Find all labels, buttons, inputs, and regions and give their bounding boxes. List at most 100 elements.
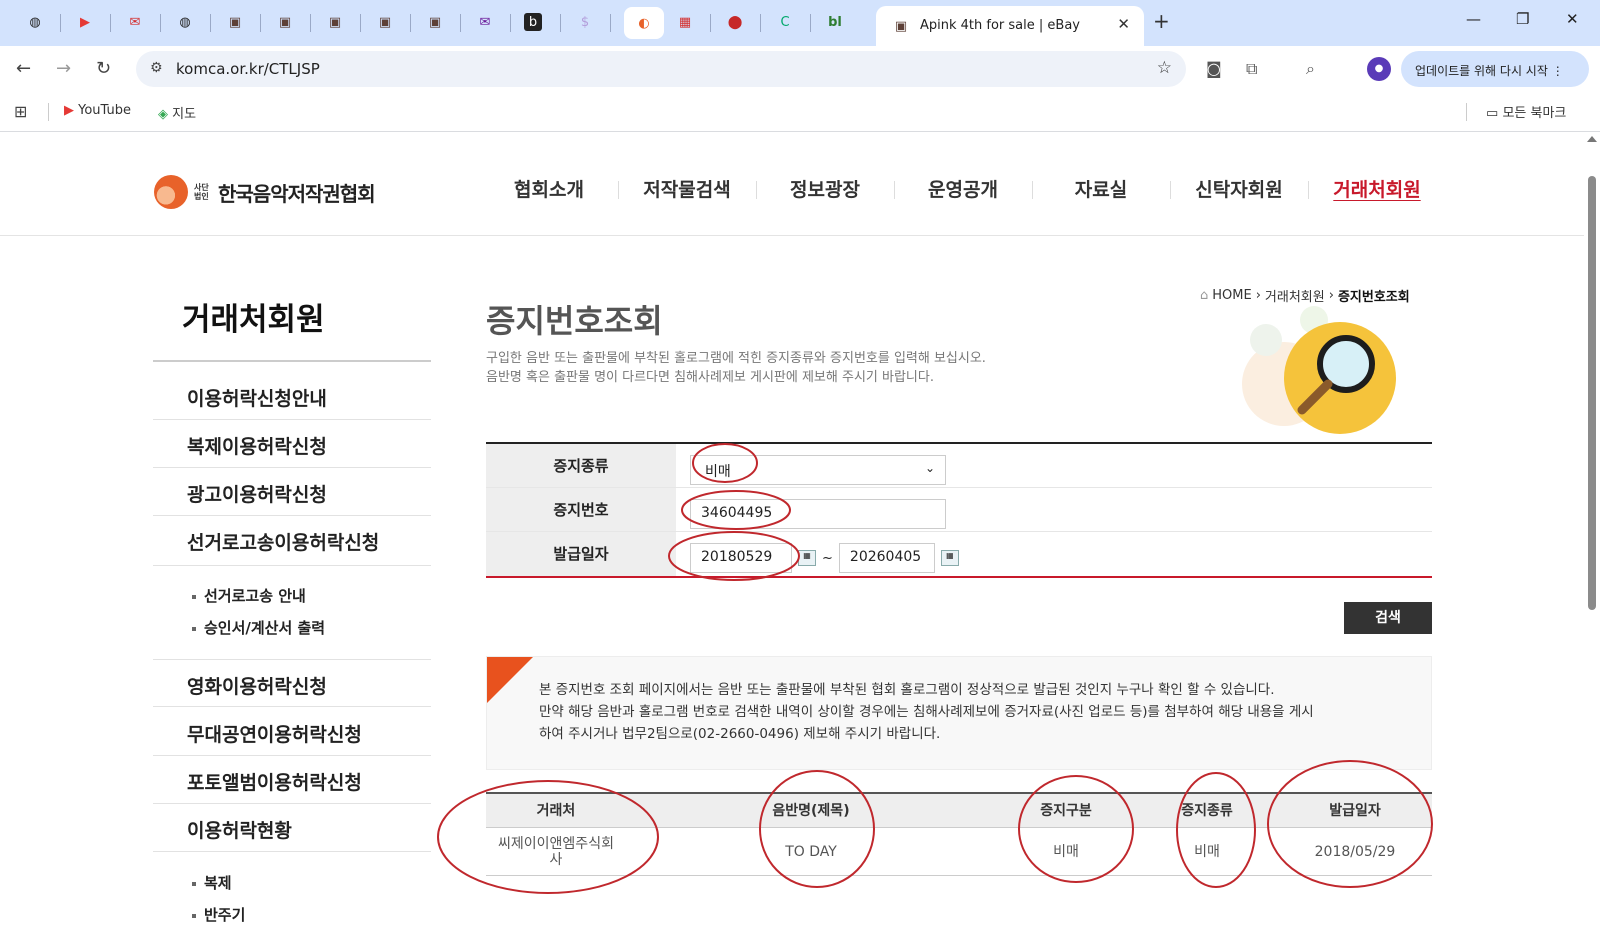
address-bar[interactable]: ⚙ komca.or.kr/CTLJSP ☆: [136, 51, 1186, 87]
nav-item-client-members[interactable]: 거래처회원: [1308, 175, 1446, 202]
date-to-input[interactable]: 20260405: [838, 543, 935, 573]
extensions-icon[interactable]: ⧉: [1246, 59, 1257, 79]
camera-icon[interactable]: ◙: [1206, 59, 1222, 78]
youtube-icon[interactable]: ▶: [74, 11, 96, 33]
scrollbar-thumb[interactable]: [1588, 176, 1596, 610]
nav-item-trust-members[interactable]: 신탁자회원: [1170, 175, 1308, 202]
globe-icon[interactable]: ◍: [24, 11, 46, 33]
apps-grid-icon[interactable]: ⊞: [14, 102, 27, 121]
all-bookmarks[interactable]: ▭ 모든 북마크: [1486, 102, 1566, 121]
sidebar-item-license-guide[interactable]: 이용허락신청안내: [153, 372, 431, 420]
update-button[interactable]: 업데이트를 위해 다시 시작 ⋮: [1401, 51, 1589, 87]
date-from-input[interactable]: 20180529: [690, 543, 792, 573]
minimize-icon[interactable]: —: [1466, 10, 1481, 28]
close-icon[interactable]: ✕: [1117, 15, 1130, 33]
sidebar-sub-election-guide[interactable]: 선거로고송 안내: [192, 585, 306, 606]
forward-arrow-icon[interactable]: →: [56, 58, 71, 79]
nav-item-operations[interactable]: 운영공개: [894, 175, 1032, 202]
site-settings-icon[interactable]: ⚙: [150, 60, 163, 76]
nav-item-archive[interactable]: 자료실: [1032, 175, 1170, 202]
cell-type: 비매: [1194, 843, 1220, 860]
breadcrumb: ⌂ HOME › 거래처회원 › 증지번호조회: [1200, 286, 1410, 305]
tab-separator: [460, 14, 461, 32]
page-scrollbar[interactable]: [1584, 132, 1600, 934]
reload-icon[interactable]: ↻: [96, 58, 111, 79]
opera-icon[interactable]: ⬤: [724, 11, 746, 33]
ebay-bag-icon[interactable]: ▣: [224, 11, 246, 33]
url-text[interactable]: komca.or.kr/CTLJSP: [176, 60, 320, 78]
tab-separator: [810, 14, 811, 32]
sidebar-sub-karaoke[interactable]: 반주기: [192, 904, 245, 925]
page-description-line: 구입한 음반 또는 출판물에 부착된 홀로그램에 적힌 증지종류와 증지번호를 …: [486, 351, 986, 366]
profile-avatar[interactable]: ●: [1367, 57, 1391, 81]
breadcrumb-home[interactable]: HOME: [1212, 288, 1251, 303]
date-range-separator: ~: [822, 550, 833, 566]
table-row: 씨제이이앤엠주식회 사 TO DAY 비매 비매 2018/05/29: [486, 828, 1432, 876]
window-close-icon[interactable]: ✕: [1566, 10, 1579, 28]
cell-date: 2018/05/29: [1314, 843, 1396, 860]
restore-icon[interactable]: ❐: [1516, 10, 1529, 28]
active-tab-title: Apink 4th for sale | eBay: [920, 18, 1080, 33]
logo-mark-icon: [154, 175, 188, 209]
globe-icon[interactable]: ◍: [174, 11, 196, 33]
back-arrow-icon[interactable]: ←: [16, 58, 31, 79]
new-tab-icon[interactable]: +: [1153, 9, 1170, 33]
c-icon[interactable]: C: [774, 11, 796, 33]
tab-separator: [610, 14, 611, 32]
breadcrumb-current: 증지번호조회: [1337, 290, 1410, 305]
search-button[interactable]: 검색: [1344, 602, 1432, 634]
sidebar-divider: [153, 360, 431, 362]
ebay-bag-icon[interactable]: ▣: [374, 11, 396, 33]
bookmark-separator: [48, 103, 49, 121]
sidebar-item-performance[interactable]: 무대공연이용허락신청: [153, 708, 431, 756]
bookmark-maps[interactable]: ◈ 지도: [158, 103, 196, 122]
bookmark-youtube[interactable]: ▶ YouTube: [64, 103, 131, 118]
tab-separator: [360, 14, 361, 32]
ebay-bag-icon[interactable]: ▣: [424, 11, 446, 33]
nav-item-info[interactable]: 정보광장: [756, 175, 894, 202]
form-row-number: 증지번호 34604495: [486, 488, 1432, 532]
sidebar-item-photo-album[interactable]: 포토앨범이용허락신청: [153, 756, 431, 804]
bl-icon[interactable]: bl: [824, 11, 846, 33]
home-icon[interactable]: ⌂: [1200, 288, 1208, 303]
sidebar-sub-reproduction[interactable]: 복제: [192, 872, 232, 893]
column-header-date: 발급일자: [1329, 803, 1381, 819]
sidebar-item-license-status[interactable]: 이용허락현황: [153, 804, 431, 852]
calendar-icon[interactable]: ▦: [798, 550, 816, 566]
bookmark-star-icon[interactable]: ☆: [1157, 58, 1172, 78]
notice-text: 본 증지번호 조회 페이지에서는 음반 또는 출판물에 부착된 협회 홀로그램이…: [539, 679, 1314, 745]
calendar-icon[interactable]: ▦: [674, 11, 696, 33]
page-description-line: 음반명 혹은 출판물 명이 다르다면 침해사례제보 게시판에 제보해 주시기 바…: [486, 370, 934, 385]
mail-icon[interactable]: ✉: [124, 11, 146, 33]
ebay-bag-icon[interactable]: ▣: [324, 11, 346, 33]
nav-item-work-search[interactable]: 저작물검색: [618, 175, 756, 202]
ebay-bag-icon[interactable]: ▣: [274, 11, 296, 33]
cell-client: 씨제이이앤엠주식회 사: [486, 836, 626, 868]
column-header-album: 음반명(제목): [772, 803, 850, 819]
result-table: 거래처 음반명(제목) 증지구분 증지종류 발급일자 씨제이이앤엠주식회 사 T…: [486, 792, 1432, 876]
mail-icon[interactable]: ✉: [474, 11, 496, 33]
b-icon[interactable]: b: [524, 13, 542, 31]
stamp-number-input[interactable]: 34604495: [690, 498, 946, 529]
tab-separator: [160, 14, 161, 32]
chevron-right-icon: ›: [1328, 288, 1334, 303]
stamp-type-select[interactable]: 비매 ⌄: [690, 454, 946, 485]
sidebar-sub-print-receipt[interactable]: 승인서/계산서 출력: [192, 617, 325, 638]
more-menu-icon[interactable]: ⋮: [1552, 64, 1564, 78]
calendar-icon[interactable]: ▦: [940, 550, 959, 566]
tab-search-icon[interactable]: ⌕: [1306, 59, 1315, 79]
logo-icon[interactable]: ◐: [624, 7, 664, 39]
sidebar-item-advertising[interactable]: 광고이용허락신청: [153, 468, 431, 516]
sidebar-item-reproduction[interactable]: 복제이용허락신청: [153, 420, 431, 468]
dollar-icon[interactable]: $: [574, 11, 596, 33]
site-logo[interactable]: 사단 법인 한국음악저작권협회: [154, 175, 376, 209]
breadcrumb-parent[interactable]: 거래처회원: [1265, 286, 1325, 305]
nav-item-about[interactable]: 협회소개: [480, 175, 618, 202]
site-header: 사단 법인 한국음악저작권협회 협회소개 저작물검색 정보광장 운영공개 자료실…: [0, 133, 1584, 236]
youtube-icon: ▶: [64, 103, 74, 118]
page-title: 증지번호조회: [486, 302, 663, 340]
sidebar-item-film[interactable]: 영화이용허락신청: [153, 659, 431, 707]
scroll-up-icon[interactable]: [1587, 136, 1597, 142]
active-tab[interactable]: ▣ Apink 4th for sale | eBay ✕: [876, 6, 1144, 46]
sidebar-item-election-song[interactable]: 선거로고송이용허락신청: [153, 516, 431, 566]
